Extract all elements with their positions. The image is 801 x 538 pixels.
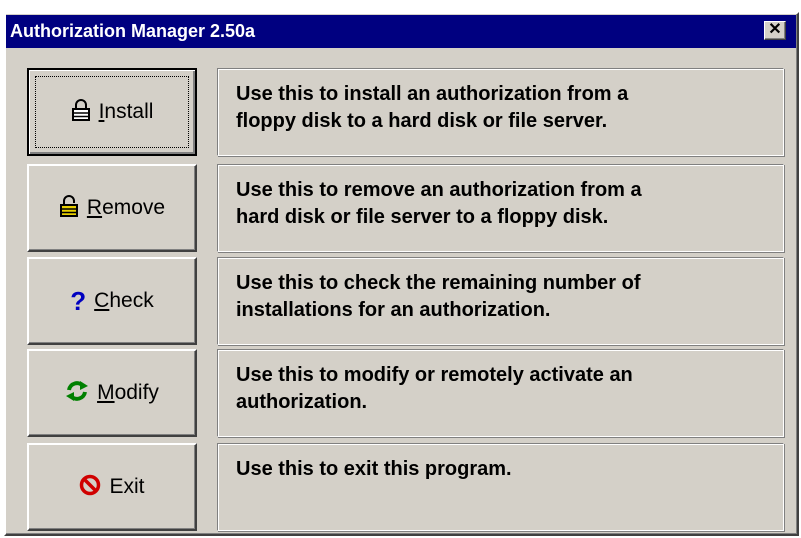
question-icon: ? [70,286,87,316]
check-button[interactable]: ? Check [27,257,197,345]
remove-mnemonic: R [86,196,103,219]
row-check: ? Check Use this to check the remaining … [27,257,784,347]
row-install: Install Use this to install an authoriza… [27,68,784,158]
title-bar: Authorization Manager 2.50a ✕ [6,15,796,48]
modify-button[interactable]: Modify [27,349,197,437]
check-description: Use this to check the remaining number o… [217,257,784,345]
modify-label: odify [114,381,159,404]
install-button[interactable]: Install [27,68,197,156]
install-label: nstall [104,100,154,123]
refresh-icon [65,380,89,406]
modify-description: Use this to modify or remotely activate … [217,349,784,437]
exit-label: Exit [109,475,145,498]
remove-label: emove [102,196,166,219]
check-mnemonic: C [94,289,110,312]
close-icon: ✕ [768,21,782,38]
check-label: heck [109,289,154,312]
lock-icon [71,99,91,125]
close-button[interactable]: ✕ [764,21,786,40]
no-entry-icon [79,474,101,500]
install-description: Use this to install an authorization fro… [217,68,784,156]
exit-button[interactable]: Exit [27,443,197,531]
row-exit: Exit Use this to exit this program. [27,443,784,533]
remove-button[interactable]: Remove [27,164,197,252]
remove-description: Use this to remove an authorization from… [217,164,784,252]
row-modify: Modify Use this to modify or remotely ac… [27,349,784,439]
modify-mnemonic: M [97,381,115,404]
window-title: Authorization Manager 2.50a [10,21,256,41]
row-remove: Remove Use this to remove an authorizati… [27,164,784,254]
unlock-icon [59,195,79,221]
exit-description: Use this to exit this program. [217,443,784,531]
